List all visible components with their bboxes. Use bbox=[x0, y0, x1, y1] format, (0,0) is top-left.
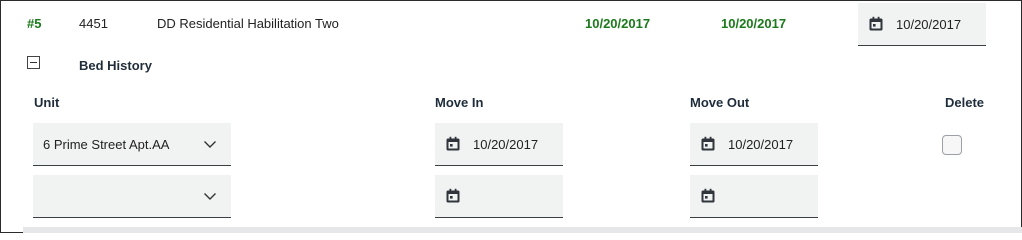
move-out-date-field[interactable] bbox=[690, 175, 818, 218]
move-in-date-field[interactable] bbox=[435, 175, 563, 218]
unit-select-value: 6 Prime Street Apt.AA bbox=[43, 136, 170, 152]
column-header-unit: Unit bbox=[34, 95, 60, 110]
record-date-value: 10/20/2017 bbox=[896, 16, 962, 32]
record-end-date: 10/20/2017 bbox=[721, 16, 787, 31]
collapse-toggle-icon[interactable] bbox=[27, 56, 40, 69]
record-number: #5 bbox=[27, 16, 42, 31]
delete-checkbox[interactable] bbox=[942, 135, 962, 155]
record-date-field[interactable]: 10/20/2017 bbox=[858, 3, 986, 46]
horizontal-scrollbar[interactable] bbox=[23, 227, 1022, 233]
move-out-date-value: 10/20/2017 bbox=[728, 136, 794, 152]
bed-history-panel: #5 4451 DD Residential Habilitation Two … bbox=[0, 0, 1022, 233]
calendar-icon[interactable] bbox=[700, 188, 716, 204]
unit-select[interactable]: 6 Prime Street Apt.AA bbox=[33, 123, 231, 166]
record-id: 4451 bbox=[79, 16, 108, 31]
move-in-date-value: 10/20/2017 bbox=[473, 136, 539, 152]
column-header-move-out: Move Out bbox=[690, 95, 750, 110]
column-header-move-in: Move In bbox=[435, 95, 484, 110]
chevron-down-icon bbox=[203, 189, 217, 203]
chevron-down-icon bbox=[203, 137, 217, 151]
calendar-icon[interactable] bbox=[700, 136, 716, 152]
column-header-delete: Delete bbox=[945, 95, 985, 110]
record-start-date: 10/20/2017 bbox=[585, 16, 651, 31]
unit-select[interactable] bbox=[33, 175, 231, 218]
section-title: Bed History bbox=[79, 58, 152, 73]
move-out-date-field[interactable]: 10/20/2017 bbox=[690, 123, 818, 166]
calendar-icon[interactable] bbox=[445, 188, 461, 204]
move-in-date-field[interactable]: 10/20/2017 bbox=[435, 123, 563, 166]
calendar-icon[interactable] bbox=[445, 136, 461, 152]
calendar-icon[interactable] bbox=[868, 16, 884, 32]
record-name: DD Residential Habilitation Two bbox=[157, 16, 339, 31]
